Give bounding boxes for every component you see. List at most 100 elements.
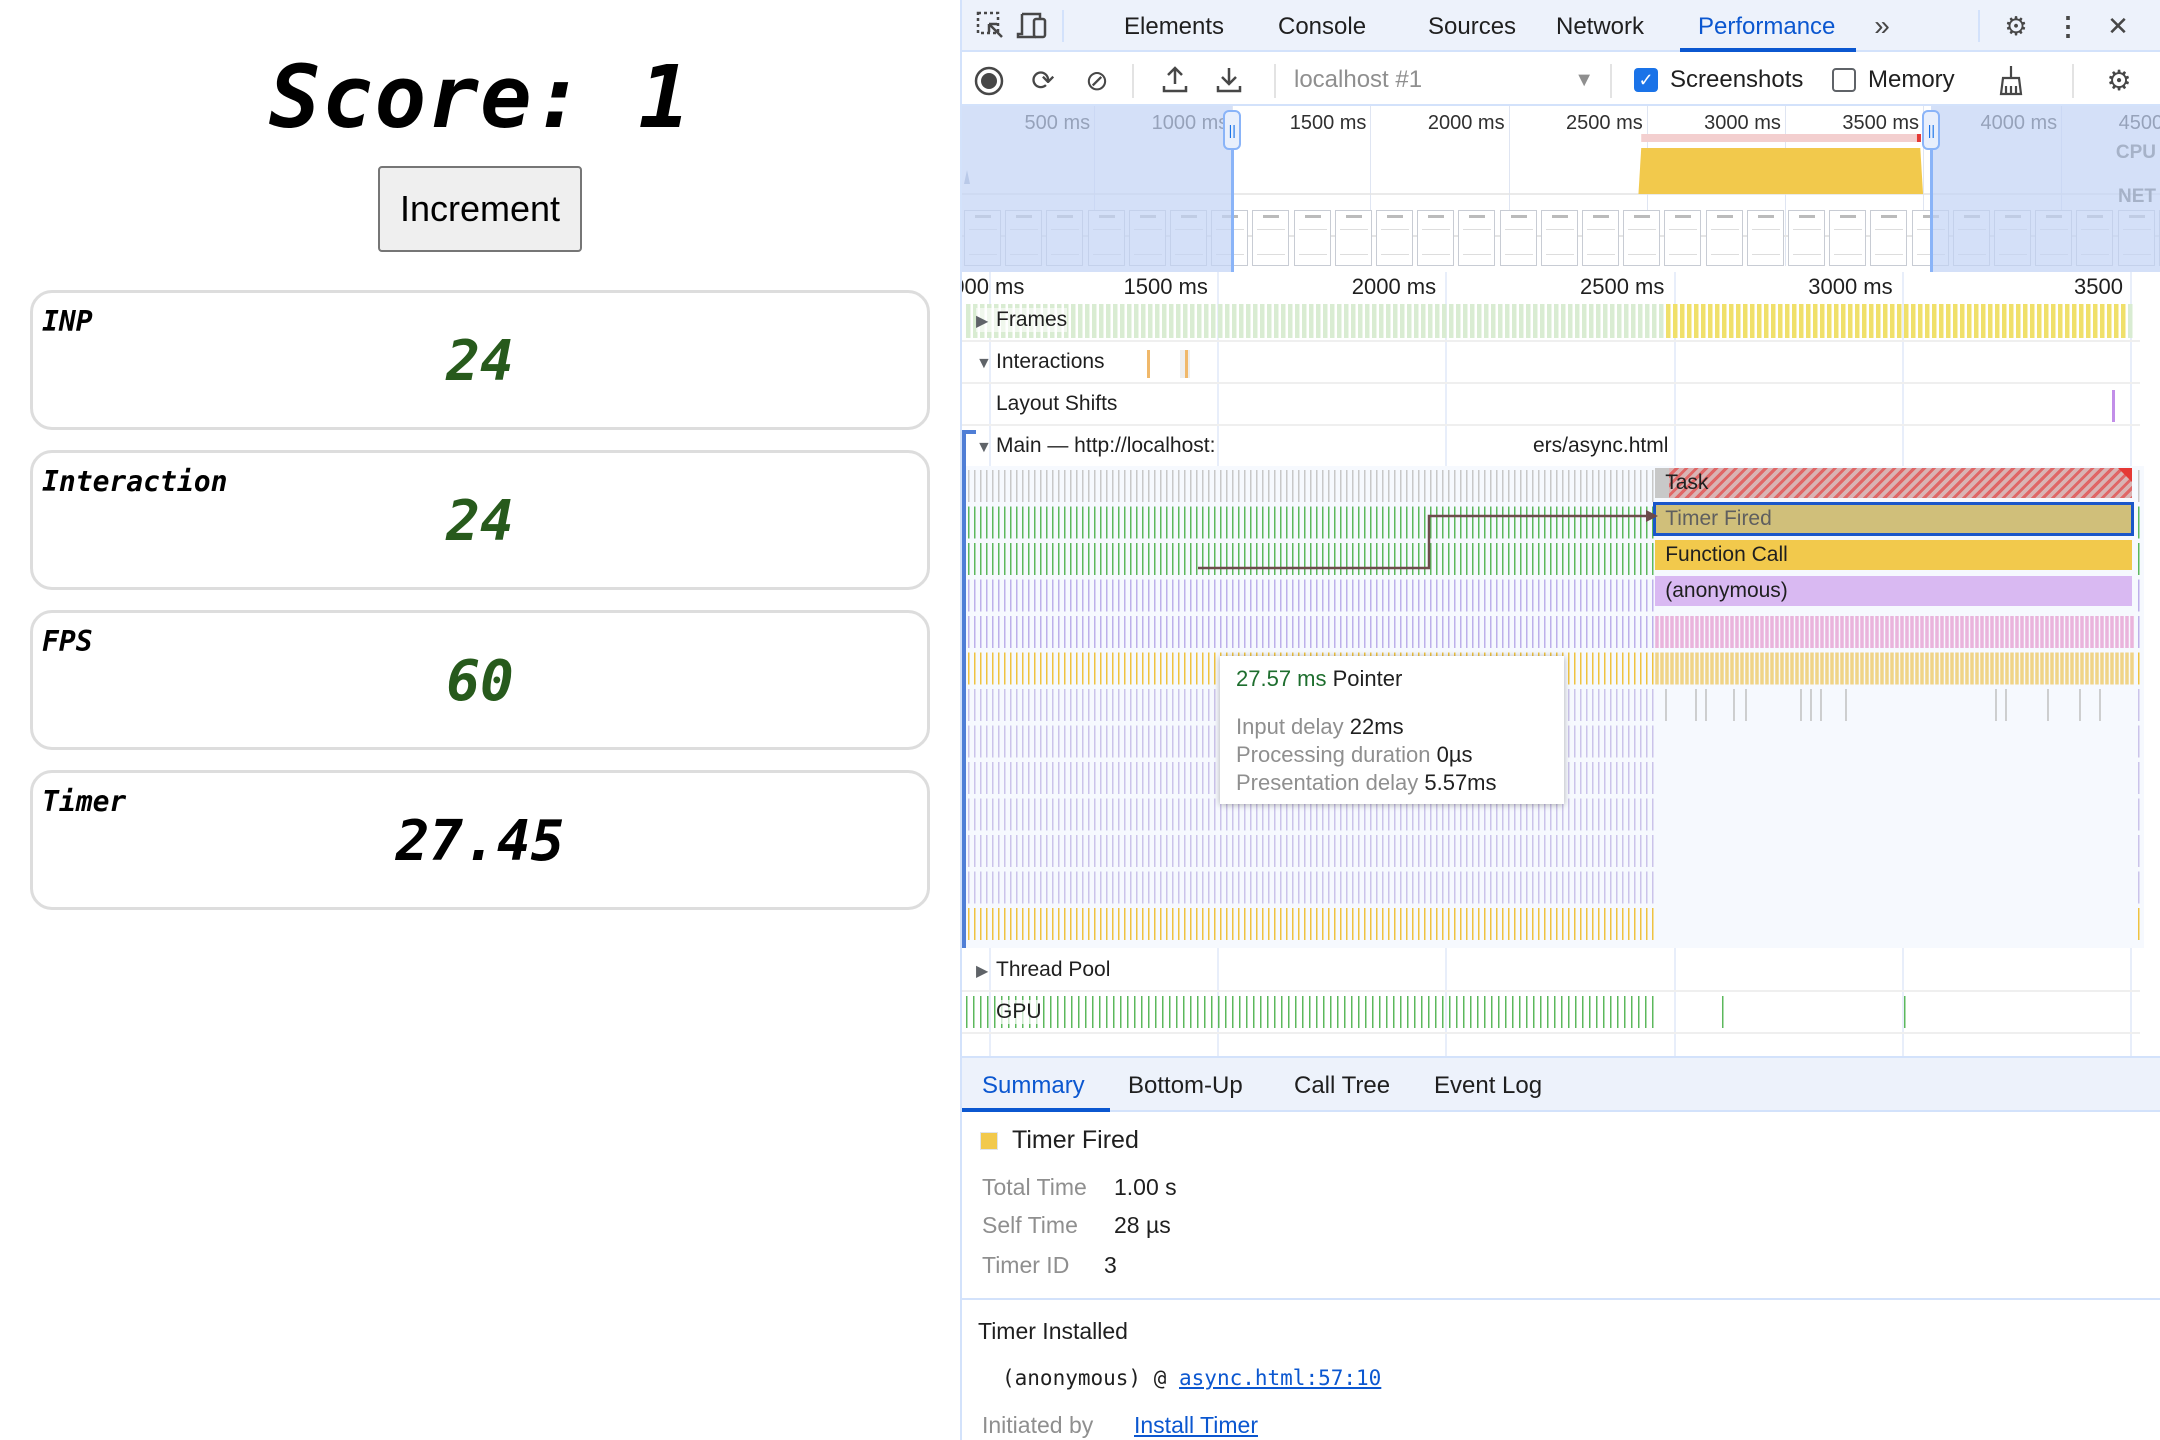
frame-bar[interactable] — [1757, 304, 1762, 338]
flame-slice[interactable] — [1604, 579, 1606, 612]
flame-slice[interactable] — [1820, 689, 1822, 721]
flame-slice[interactable] — [1454, 470, 1456, 502]
flame-slice[interactable] — [1616, 689, 1618, 721]
frame-bar[interactable] — [1953, 304, 1958, 338]
flame-slice[interactable] — [1010, 506, 1012, 539]
flame-slice[interactable] — [1004, 725, 1006, 758]
flame-slice[interactable] — [1094, 616, 1096, 648]
flame-slice[interactable] — [1484, 616, 1486, 648]
gpu-slice[interactable] — [1470, 996, 1472, 1028]
clear-icon[interactable]: ⊘ — [1080, 64, 1114, 98]
flame-slice[interactable] — [1022, 579, 1024, 612]
flame-slice[interactable] — [1298, 871, 1300, 904]
flame-slice[interactable] — [1220, 835, 1222, 867]
flame-slice[interactable] — [1250, 506, 1252, 539]
flame-slice[interactable] — [1250, 616, 1252, 648]
flame-slice[interactable] — [1526, 835, 1528, 867]
flame-slice[interactable] — [1394, 579, 1396, 612]
flame-slice[interactable] — [1130, 908, 1132, 940]
flame-slice[interactable] — [1556, 579, 1558, 612]
flame-slice[interactable] — [1244, 543, 1246, 575]
flame-slice[interactable] — [1610, 579, 1612, 612]
gpu-slice[interactable] — [1050, 996, 1052, 1028]
flame-slice[interactable] — [1995, 652, 1999, 685]
flame-slice[interactable] — [1310, 543, 1312, 575]
flame-slice[interactable] — [1106, 652, 1108, 685]
flame-slice[interactable] — [1244, 470, 1246, 502]
flame-slice[interactable] — [1550, 871, 1552, 904]
flame-slice[interactable] — [1028, 652, 1030, 685]
flame-slice[interactable] — [1076, 689, 1078, 721]
flame-slice[interactable] — [1598, 652, 1600, 685]
flame-slice[interactable] — [1346, 908, 1348, 940]
flame-slice[interactable] — [1965, 616, 1969, 648]
flame-slice[interactable] — [1490, 835, 1492, 867]
gpu-slice[interactable] — [1176, 996, 1178, 1028]
flame-slice[interactable] — [1232, 579, 1234, 612]
flame-slice[interactable] — [1052, 871, 1054, 904]
flame-slice[interactable] — [1520, 835, 1522, 867]
flame-slice[interactable] — [2138, 543, 2140, 575]
flame-slice[interactable] — [1082, 506, 1084, 539]
flame-slice[interactable] — [1975, 616, 1979, 648]
flame-slice[interactable] — [1196, 543, 1198, 575]
flame-slice[interactable] — [1202, 506, 1204, 539]
flame-slice[interactable] — [1322, 543, 1324, 575]
flame-slice[interactable] — [986, 725, 988, 758]
flame-slice[interactable] — [1298, 470, 1300, 502]
flame-slice[interactable] — [1106, 762, 1108, 794]
flame-slice[interactable] — [2040, 616, 2044, 648]
flame-slice[interactable] — [1094, 470, 1096, 502]
flame-slice[interactable] — [1442, 579, 1444, 612]
flame-slice[interactable] — [1052, 579, 1054, 612]
flame-slice[interactable] — [1202, 470, 1204, 502]
flame-slice[interactable] — [1646, 470, 1648, 502]
flame-slice[interactable] — [1046, 506, 1048, 539]
flame-slice[interactable] — [1556, 506, 1558, 539]
flame-slice[interactable] — [974, 689, 976, 721]
flame-slice[interactable] — [1622, 762, 1624, 794]
flame-slice[interactable] — [1262, 871, 1264, 904]
flame-slice[interactable] — [1604, 871, 1606, 904]
timeline-overview[interactable]: 500 ms1000 ms1500 ms2000 ms2500 ms3000 m… — [962, 106, 2160, 272]
flame-slice[interactable] — [1484, 871, 1486, 904]
flame-slice[interactable] — [1016, 616, 1018, 648]
flame-slice[interactable] — [1628, 871, 1630, 904]
flame-slice[interactable] — [1106, 908, 1108, 940]
gpu-slice[interactable] — [1554, 996, 1556, 1028]
flame-slice[interactable] — [1004, 616, 1006, 648]
gpu-slice[interactable] — [1526, 996, 1528, 1028]
flame-slice[interactable] — [1172, 689, 1174, 721]
flame-slice[interactable] — [1442, 908, 1444, 940]
flame-slice[interactable] — [1166, 652, 1168, 685]
flame-slice[interactable] — [2080, 616, 2084, 648]
frame-bar[interactable] — [2072, 304, 2077, 338]
flame-slice[interactable] — [1136, 616, 1138, 648]
flame-slice[interactable] — [2138, 835, 2140, 867]
flame-slice[interactable] — [1580, 579, 1582, 612]
flame-slice[interactable] — [1424, 616, 1426, 648]
gpu-slice[interactable] — [1386, 996, 1388, 1028]
frames-track-title[interactable]: ▶ Frames — [976, 308, 1068, 332]
flame-slice[interactable] — [974, 470, 976, 502]
flame-slice[interactable] — [1622, 579, 1624, 612]
flame-slice[interactable] — [1820, 616, 1824, 648]
frame-bar[interactable] — [1435, 304, 1440, 338]
frame-bar[interactable] — [2030, 304, 2035, 338]
flame-slice[interactable] — [992, 835, 994, 867]
flame-slice[interactable] — [1520, 616, 1522, 648]
flame-slice[interactable] — [1088, 616, 1090, 648]
kebab-menu-icon[interactable]: ⋮ — [2052, 10, 2084, 42]
flame-slice[interactable] — [1532, 908, 1534, 940]
flame-slice[interactable] — [1810, 652, 1814, 685]
flame-slice[interactable] — [1436, 871, 1438, 904]
flame-slice[interactable] — [1148, 616, 1150, 648]
flame-slice[interactable] — [1064, 871, 1066, 904]
flame-slice[interactable] — [986, 470, 988, 502]
flame-slice[interactable] — [986, 835, 988, 867]
flame-slice[interactable] — [1800, 652, 1804, 685]
flame-slice[interactable] — [1646, 762, 1648, 794]
flame-slice[interactable] — [1418, 871, 1420, 904]
flame-slice[interactable] — [1076, 543, 1078, 575]
flame-slice[interactable] — [1292, 506, 1294, 539]
